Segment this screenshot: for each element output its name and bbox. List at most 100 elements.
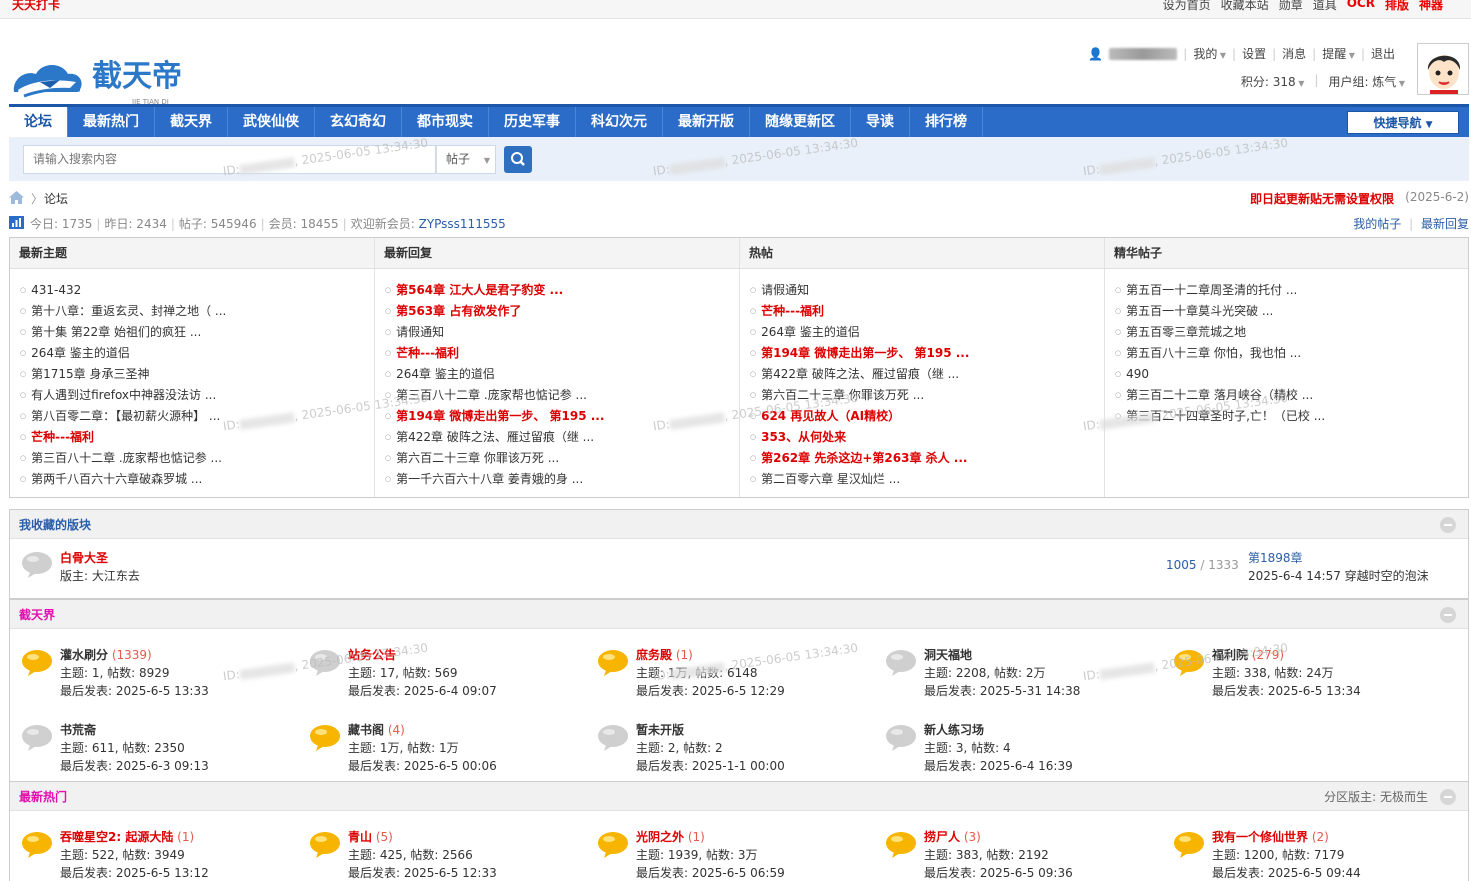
- forum-name[interactable]: 洞天福地: [924, 646, 972, 663]
- post-link[interactable]: 第一千六百六十八章 姜青娥的身 ...: [385, 469, 739, 490]
- search-input[interactable]: 请输入搜索内容: [23, 145, 436, 174]
- post-link[interactable]: 第1715章 身承三圣神: [20, 364, 374, 385]
- post-link[interactable]: 第五百一十章莫斗光突破 ...: [1115, 301, 1468, 322]
- post-link[interactable]: 第194章 微博走出第一步、 第195 ...: [385, 406, 739, 427]
- reminders-menu[interactable]: 提醒 ▼: [1322, 45, 1355, 62]
- nav-latest-hot[interactable]: 最新热门: [68, 107, 155, 137]
- post-link[interactable]: 624 再见故人（AI精校）: [750, 406, 1104, 427]
- post-link[interactable]: 请假通知: [385, 322, 739, 343]
- nav-history[interactable]: 历史军事: [489, 107, 576, 137]
- latest-replies-link[interactable]: 最新回复: [1421, 217, 1469, 231]
- moderator-link[interactable]: 大江东去: [92, 569, 140, 583]
- post-link[interactable]: 请假通知: [750, 280, 1104, 301]
- forum-last-post[interactable]: 最后发表: 2025-6-5 13:12: [60, 864, 209, 881]
- forum-last-post[interactable]: 最后发表: 2025-6-5 09:36: [924, 864, 1073, 881]
- nav-forum[interactable]: 论坛: [9, 107, 68, 137]
- nav-xuanhuan[interactable]: 玄幻奇幻: [315, 107, 402, 137]
- avatar[interactable]: [1417, 43, 1469, 95]
- my-posts-link[interactable]: 我的帖子: [1353, 217, 1401, 231]
- post-link[interactable]: 第六百二十三章 你罪该万死 ...: [750, 385, 1104, 406]
- nav-scifi[interactable]: 科幻次元: [576, 107, 663, 137]
- favorite-last-post[interactable]: 第1898章: [1248, 549, 1303, 566]
- forum-name[interactable]: 福利院 (279): [1212, 646, 1284, 663]
- post-link[interactable]: 芒种---福利: [750, 301, 1104, 322]
- nav-jietianjie[interactable]: 截天界: [155, 107, 228, 137]
- post-link[interactable]: 芒种---福利: [20, 427, 374, 448]
- messages-link[interactable]: 消息: [1282, 45, 1306, 62]
- new-member-link[interactable]: ZYPsss111555: [419, 217, 506, 231]
- post-link[interactable]: 芒种---福利: [385, 343, 739, 364]
- post-link[interactable]: 第二百零六章 星汉灿烂 ...: [750, 469, 1104, 490]
- post-link[interactable]: 第三百二十二章 落月峡谷（精校 ...: [1115, 385, 1468, 406]
- post-link[interactable]: 第八百零二章：【最初薪火源种】 ...: [20, 406, 374, 427]
- tool-link[interactable]: 神器: [1419, 0, 1443, 13]
- props-link[interactable]: 道具: [1313, 0, 1337, 13]
- post-link[interactable]: 第三百二十四章圣时子,亡！（已校 ...: [1115, 406, 1468, 427]
- post-link[interactable]: 第422章 破阵之法、雁过留痕（继 ...: [750, 364, 1104, 385]
- forum-last-post[interactable]: 最后发表: 2025-6-5 00:06: [348, 757, 497, 774]
- forum-last-post[interactable]: 最后发表: 2025-6-4 16:39: [924, 757, 1073, 774]
- breadcrumb-forum[interactable]: 论坛: [44, 190, 68, 207]
- nav-urban[interactable]: 都市现实: [402, 107, 489, 137]
- post-link[interactable]: 第十八章：重返玄灵、封禅之地（ ...: [20, 301, 374, 322]
- post-link[interactable]: 第五百零三章荒城之地: [1115, 322, 1468, 343]
- home-icon[interactable]: [9, 191, 24, 204]
- points-menu[interactable]: 积分: 318 ▼: [1241, 73, 1304, 90]
- post-link[interactable]: 第564章 江大人是君子豹变 ...: [385, 280, 739, 301]
- set-homepage-link[interactable]: 设为首页: [1163, 0, 1211, 13]
- post-link[interactable]: 第422章 破阵之法、雁过留痕（继 ...: [385, 427, 739, 448]
- forum-last-post[interactable]: 最后发表: 2025-6-5 13:33: [60, 682, 209, 699]
- collapse-icon[interactable]: [1440, 607, 1456, 623]
- site-logo[interactable]: 截天帝 JIE TIAN DI: [10, 52, 202, 110]
- forum-name[interactable]: 庶务殿 (1): [636, 646, 693, 663]
- nav-guide[interactable]: 导读: [851, 107, 910, 137]
- forum-name[interactable]: 灌水刷分 (1339): [60, 646, 152, 663]
- post-link[interactable]: 第三百八十二章 .庞家帮也惦记参 ...: [20, 448, 374, 469]
- nav-ranking[interactable]: 排行榜: [910, 107, 983, 137]
- forum-last-post[interactable]: 最后发表: 2025-6-5 12:33: [348, 864, 497, 881]
- section-moderator-link[interactable]: 无极而生: [1380, 790, 1428, 804]
- forum-name[interactable]: 捞尸人 (3): [924, 828, 981, 845]
- forum-name[interactable]: 藏书阁 (4): [348, 721, 405, 738]
- forum-name[interactable]: 暂未开版: [636, 721, 684, 738]
- post-link[interactable]: 264章 鉴主的道侣: [385, 364, 739, 385]
- forum-name[interactable]: 光阴之外 (1): [636, 828, 705, 845]
- forum-last-post[interactable]: 最后发表: 2025-6-3 09:13: [60, 757, 209, 774]
- post-link[interactable]: 第262章 先杀这边+第263章 杀人 ...: [750, 448, 1104, 469]
- post-link[interactable]: 第三百八十二章 .庞家帮也惦记参 ...: [385, 385, 739, 406]
- usergroup-menu[interactable]: 用户组: 炼气 ▼: [1328, 73, 1405, 90]
- nav-wuxia[interactable]: 武侠仙侠: [228, 107, 315, 137]
- forum-name[interactable]: 青山 (5): [348, 828, 393, 845]
- post-link[interactable]: 有人遇到过firefox中神器没法访 ...: [20, 385, 374, 406]
- nav-new-boards[interactable]: 最新开版: [663, 107, 750, 137]
- forum-name[interactable]: 站务公告: [348, 646, 396, 663]
- collapse-icon[interactable]: [1440, 517, 1456, 533]
- post-link[interactable]: 第五百一十二章周圣清的托付 ...: [1115, 280, 1468, 301]
- medals-link[interactable]: 勋章: [1279, 0, 1303, 13]
- nav-random-update[interactable]: 随缘更新区: [750, 107, 851, 137]
- forum-name[interactable]: 我有一个修仙世界 (2): [1212, 828, 1329, 845]
- forum-name[interactable]: 吞噬星空2: 起源大陆 (1): [60, 828, 194, 845]
- collapse-icon[interactable]: [1440, 789, 1456, 805]
- username-blurred[interactable]: [1109, 47, 1178, 60]
- typeset-link[interactable]: 排版: [1385, 0, 1409, 13]
- forum-last-post[interactable]: 最后发表: 2025-6-5 06:59: [636, 864, 785, 881]
- logout-link[interactable]: 退出: [1371, 45, 1395, 62]
- search-button[interactable]: [504, 146, 532, 173]
- forum-last-post[interactable]: 最后发表: 2025-6-5 12:29: [636, 682, 785, 699]
- post-link[interactable]: 431-432: [20, 280, 374, 301]
- forum-last-post[interactable]: 最后发表: 2025-1-1 00:00: [636, 757, 785, 774]
- post-link[interactable]: 第六百二十三章 你罪该万死 ...: [385, 448, 739, 469]
- checkin-link[interactable]: 天天打卡: [12, 0, 60, 13]
- post-link[interactable]: 264章 鉴主的道侣: [750, 322, 1104, 343]
- forum-name[interactable]: 新人练习场: [924, 721, 984, 738]
- forum-last-post[interactable]: 最后发表: 2025-6-4 09:07: [348, 682, 497, 699]
- post-link[interactable]: 264章 鉴主的道侣: [20, 343, 374, 364]
- ocr-link[interactable]: OCR: [1347, 0, 1375, 13]
- search-type-select[interactable]: 帖子 ▼: [436, 145, 496, 174]
- quick-nav-button[interactable]: 快捷导航 ▼: [1347, 111, 1459, 134]
- forum-last-post[interactable]: 最后发表: 2025-6-5 13:34: [1212, 682, 1361, 699]
- post-link[interactable]: 第194章 微博走出第一步、 第195 ...: [750, 343, 1104, 364]
- forum-last-post[interactable]: 最后发表: 2025-6-5 09:44: [1212, 864, 1361, 881]
- settings-link[interactable]: 设置: [1242, 45, 1266, 62]
